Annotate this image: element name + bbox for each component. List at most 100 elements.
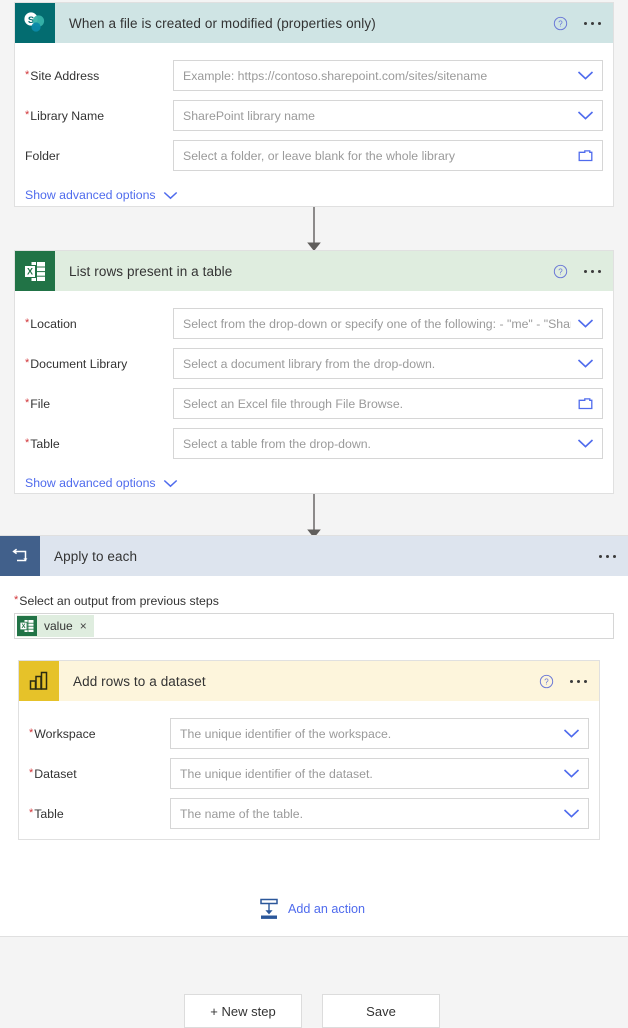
- powerbi-icon: [19, 661, 59, 701]
- chevron-down-icon[interactable]: [577, 438, 594, 449]
- field-label: * Table: [25, 436, 60, 451]
- field-row-folder: Folder Select a folder, or leave blank f…: [25, 140, 603, 171]
- document-library-input[interactable]: Select a document library from the drop-…: [173, 348, 603, 379]
- new-step-label: + New step: [210, 1003, 276, 1019]
- chevron-down-icon[interactable]: [577, 70, 594, 81]
- flow-connector-arrow: [307, 207, 321, 251]
- excel-icon: X: [17, 616, 37, 636]
- flow-designer-canvas: S When a file is created or modified (pr…: [0, 0, 628, 1028]
- card-powerbi-add-rows[interactable]: Add rows to a dataset ? * Workspace The …: [18, 660, 600, 840]
- table-input[interactable]: Select a table from the drop-down.: [173, 428, 603, 459]
- placeholder-text: The name of the table.: [180, 806, 304, 821]
- output-token-field[interactable]: X value ×: [14, 613, 614, 639]
- location-input[interactable]: Select from the drop-down or specify one…: [173, 308, 603, 339]
- field-row-library-name: * Library Name SharePoint library name: [25, 100, 603, 131]
- excel-icon: X: [15, 251, 55, 291]
- chevron-down-icon: [163, 191, 177, 199]
- more-commands-button[interactable]: [582, 266, 603, 277]
- remove-token-button[interactable]: ×: [80, 620, 87, 632]
- field-row-table: * Table Select a table from the drop-dow…: [25, 428, 603, 459]
- site-address-input[interactable]: Example: https://contoso.sharepoint.com/…: [173, 60, 603, 91]
- card-title: When a file is created or modified (prop…: [69, 15, 376, 31]
- more-commands-button[interactable]: [582, 18, 603, 29]
- chevron-down-icon[interactable]: [563, 768, 580, 779]
- folder-input[interactable]: Select a folder, or leave blank for the …: [173, 140, 603, 171]
- svg-text:?: ?: [558, 19, 563, 28]
- card-sharepoint-trigger[interactable]: S When a file is created or modified (pr…: [14, 2, 614, 207]
- more-commands-button[interactable]: [597, 551, 618, 562]
- add-an-action-label: Add an action: [288, 902, 366, 916]
- placeholder-text: Select from the drop-down or specify one…: [183, 316, 571, 331]
- workspace-input[interactable]: The unique identifier of the workspace.: [170, 718, 589, 749]
- required-asterisk: *: [25, 316, 30, 329]
- field-label: Folder: [25, 148, 60, 163]
- save-button[interactable]: Save: [322, 994, 440, 1028]
- library-name-input[interactable]: SharePoint library name: [173, 100, 603, 131]
- required-asterisk: *: [29, 806, 34, 819]
- chevron-down-icon[interactable]: [577, 110, 594, 121]
- field-label: * Library Name: [25, 108, 105, 123]
- new-step-button[interactable]: + New step: [184, 994, 302, 1028]
- required-asterisk: *: [29, 766, 34, 779]
- field-label: * Workspace: [29, 726, 96, 741]
- placeholder-text: The unique identifier of the workspace.: [180, 726, 392, 741]
- card-title: Add rows to a dataset: [73, 673, 206, 689]
- card-header[interactable]: Apply to each: [0, 536, 628, 576]
- svg-text:?: ?: [558, 267, 563, 276]
- field-label: * Site Address: [25, 68, 100, 83]
- card-excel-list-rows[interactable]: X List rows present in a table ? * Locat…: [14, 250, 614, 494]
- field-row-site-address: * Site Address Example: https://contoso.…: [25, 60, 603, 91]
- chevron-down-icon[interactable]: [563, 728, 580, 739]
- help-icon[interactable]: ?: [553, 264, 568, 279]
- folder-browse-icon[interactable]: [578, 397, 594, 411]
- required-asterisk: *: [14, 594, 19, 606]
- chevron-down-icon[interactable]: [563, 808, 580, 819]
- field-row-powerbi-table: * Table The name of the table.: [29, 798, 589, 829]
- field-row-workspace: * Workspace The unique identifier of the…: [29, 718, 589, 749]
- token-chip-value[interactable]: X value ×: [17, 615, 94, 637]
- card-apply-to-each[interactable]: Apply to each * Select an output from pr…: [0, 535, 628, 937]
- required-asterisk: *: [25, 396, 30, 409]
- field-label: * Table: [29, 806, 64, 821]
- svg-text:X: X: [21, 624, 25, 630]
- placeholder-text: SharePoint library name: [183, 108, 315, 123]
- card-title: List rows present in a table: [69, 263, 233, 279]
- svg-text:?: ?: [544, 677, 549, 686]
- token-text: value: [44, 619, 73, 633]
- more-commands-button[interactable]: [568, 676, 589, 687]
- card-header[interactable]: S When a file is created or modified (pr…: [15, 3, 613, 43]
- file-input[interactable]: Select an Excel file through File Browse…: [173, 388, 603, 419]
- powerbi-table-input[interactable]: The name of the table.: [170, 798, 589, 829]
- output-selector-label: * Select an output from previous steps: [14, 594, 219, 608]
- field-label: * Location: [25, 316, 77, 331]
- placeholder-text: Example: https://contoso.sharepoint.com/…: [183, 68, 488, 83]
- placeholder-text: Select a table from the drop-down.: [183, 436, 371, 451]
- field-row-location: * Location Select from the drop-down or …: [25, 308, 603, 339]
- placeholder-text: Select a folder, or leave blank for the …: [183, 148, 456, 163]
- show-advanced-options-link[interactable]: Show advanced options: [25, 476, 603, 490]
- help-icon[interactable]: ?: [553, 16, 568, 31]
- folder-browse-icon[interactable]: [578, 149, 594, 163]
- show-advanced-options-link[interactable]: Show advanced options: [25, 188, 603, 202]
- required-asterisk: *: [25, 436, 30, 449]
- field-row-file: * File Select an Excel file through File…: [25, 388, 603, 419]
- chevron-down-icon: [163, 479, 177, 487]
- dataset-input[interactable]: The unique identifier of the dataset.: [170, 758, 589, 789]
- required-asterisk: *: [25, 356, 30, 369]
- chevron-down-icon[interactable]: [577, 358, 594, 369]
- card-header[interactable]: X List rows present in a table ?: [15, 251, 613, 291]
- field-row-document-library: * Document Library Select a document lib…: [25, 348, 603, 379]
- sharepoint-icon: S: [15, 3, 55, 43]
- card-header[interactable]: Add rows to a dataset ?: [19, 661, 599, 701]
- field-row-dataset: * Dataset The unique identifier of the d…: [29, 758, 589, 789]
- placeholder-text: Select a document library from the drop-…: [183, 356, 436, 371]
- help-icon[interactable]: ?: [539, 674, 554, 689]
- add-an-action-button[interactable]: Add an action: [259, 898, 365, 920]
- chevron-down-icon[interactable]: [577, 318, 594, 329]
- loop-icon: [0, 536, 40, 576]
- insert-action-icon: [260, 898, 278, 919]
- save-label: Save: [366, 1003, 396, 1019]
- placeholder-text: The unique identifier of the dataset.: [180, 766, 373, 781]
- flow-connector-arrow: [307, 494, 321, 538]
- field-label: * Document Library: [25, 356, 128, 371]
